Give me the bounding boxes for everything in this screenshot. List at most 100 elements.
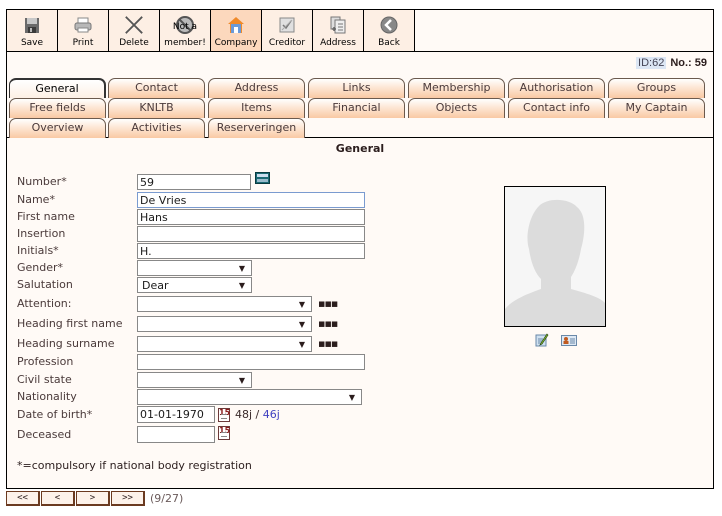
tab-free-fields[interactable]: Free fields [9,98,106,118]
tab-my-captain[interactable]: My Captain [608,98,705,118]
not-member-button[interactable]: Not a member! [160,10,211,51]
tab-groups[interactable]: Groups [608,78,705,98]
age-value: 48j [235,408,253,421]
row-number: Number* 59 [17,172,270,190]
record-id-line: ID:62 No.: 59 [636,57,707,69]
tab-objects[interactable]: Objects [408,98,505,118]
tab-contact-info[interactable]: Contact info [508,98,605,118]
person-silhouette-icon [505,187,605,326]
heading-first-name-select[interactable]: ▼ [137,315,312,332]
salutation-select[interactable]: Dear ▼ [137,276,252,293]
profession-input[interactable] [137,353,365,370]
initials-label: Initials* [17,244,59,257]
heading-surname-more-button[interactable]: ▪▪▪ [318,338,338,349]
attention-label: Attention: [17,297,72,310]
row-insertion: Insertion [17,225,365,242]
heading-first-name-more-button[interactable]: ▪▪▪ [318,318,338,329]
civil-state-select[interactable]: ▼ [137,371,252,388]
first-name-input[interactable]: Hans [137,208,365,225]
tab-knltb[interactable]: KNLTB [108,98,205,118]
tab-authorisation[interactable]: Authorisation [508,78,605,98]
not-member-label: member! [164,38,206,48]
back-button[interactable]: Back [364,10,415,51]
tab-bar: General Contact Address Links Membership… [7,78,713,138]
printer-icon [73,15,93,35]
tab-contact[interactable]: Contact [108,78,205,98]
heading-first-name-label: Heading first name [17,317,123,330]
number-input[interactable]: 59 [137,173,251,190]
row-gender: Gender* ▼ [17,259,252,276]
nationality-label: Nationality [17,390,77,403]
tab-items[interactable]: Items [208,98,305,118]
creditor-button[interactable]: Creditor [262,10,313,51]
salutation-label: Salutation [17,278,73,291]
date-of-birth-input[interactable]: 01-01-1970 [137,406,215,423]
save-button[interactable]: Save [7,10,58,51]
initials-input[interactable]: H. [137,242,365,259]
profession-label: Profession [17,355,74,368]
last-record-button[interactable]: >> [111,491,145,506]
record-number: No.: 59 [670,57,707,69]
address-document-icon [328,15,348,35]
member-window: Save Print Delete Not a member! Company … [6,9,714,489]
calendar-icon[interactable]: 15 [218,407,230,422]
contact-card-icon[interactable] [561,332,577,346]
deceased-input[interactable] [137,426,215,443]
delete-label: Delete [119,38,149,48]
delete-button[interactable]: Delete [109,10,160,51]
calculator-icon[interactable] [255,169,270,188]
heading-surname-select[interactable]: ▼ [137,335,312,352]
checked-box-icon [277,15,297,35]
record-pager: << < > >> (9/27) [6,491,183,506]
tab-links[interactable]: Links [308,78,405,98]
heading-surname-label: Heading surname [17,337,115,350]
record-id: ID:62 [636,57,667,69]
first-record-button[interactable]: << [6,491,40,506]
attention-select[interactable]: ▼ [137,295,312,312]
tab-activities[interactable]: Activities [108,118,205,138]
floppy-disk-icon [22,15,42,35]
row-name: Name* De Vries [17,191,365,208]
company-button[interactable]: Company [211,10,262,51]
print-button[interactable]: Print [58,10,109,51]
row-civil-state: Civil state ▼ [17,371,252,388]
row-first-name: First name Hans [17,208,365,225]
age-alt-value: 46j [262,408,280,421]
nationality-select[interactable]: ▼ [137,388,362,405]
creditor-label: Creditor [268,38,306,48]
print-label: Print [72,38,94,48]
calendar-icon[interactable]: 15 [218,425,230,440]
gender-label: Gender* [17,261,64,274]
address-label: Address [320,38,356,48]
save-label: Save [20,38,44,48]
back-arrow-icon [379,15,399,35]
tab-reserveringen[interactable]: Reserveringen [208,118,305,138]
previous-record-button[interactable]: < [41,491,75,506]
dropdown-arrow-icon: ▼ [348,392,355,402]
dropdown-arrow-icon: ▼ [298,299,305,309]
insertion-input[interactable] [137,225,365,242]
row-heading-surname: Heading surname ▼ ▪▪▪ [17,335,338,352]
tab-address[interactable]: Address [208,78,305,98]
x-icon [124,15,144,35]
civil-state-label: Civil state [17,373,72,386]
company-label: Company [214,38,258,48]
attention-more-button[interactable]: ▪▪▪ [318,298,338,309]
tab-general[interactable]: General [9,78,106,98]
row-attention: Attention: ▼ ▪▪▪ [17,295,338,312]
first-name-label: First name [17,210,75,223]
edit-photo-icon[interactable] [535,332,549,347]
dropdown-arrow-icon: ▼ [238,280,245,290]
name-input[interactable]: De Vries [137,191,365,208]
tab-membership[interactable]: Membership [408,78,505,98]
next-record-button[interactable]: > [76,491,110,506]
row-deceased: Deceased 15 [17,425,230,443]
row-initials: Initials* H. [17,242,365,259]
row-nationality: Nationality ▼ [17,388,362,405]
address-button[interactable]: Address [313,10,364,51]
tab-financial[interactable]: Financial [308,98,405,118]
gender-select[interactable]: ▼ [137,259,252,276]
age-display: 48j / 46j [235,408,280,421]
tab-overview[interactable]: Overview [9,118,106,138]
member-photo [504,186,606,327]
